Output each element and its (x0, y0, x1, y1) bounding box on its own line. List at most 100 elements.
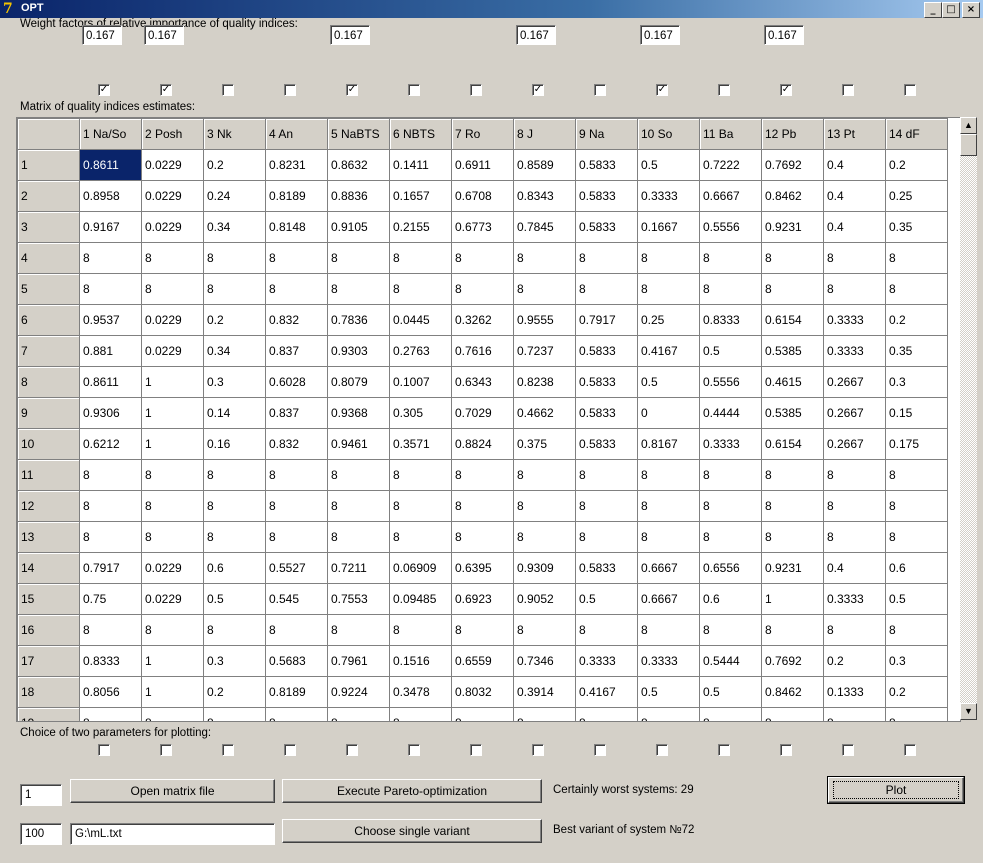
matrix-cell[interactable]: 0.9309 (513, 552, 576, 584)
count-field[interactable]: 100 (20, 823, 62, 845)
matrix-cell[interactable]: 0.06909 (389, 552, 452, 584)
matrix-cell[interactable]: 0.7917 (79, 552, 142, 584)
column-header[interactable]: 1 Na/So (79, 118, 142, 150)
matrix-cell[interactable]: 8 (265, 521, 328, 553)
matrix-cell[interactable]: 0.0229 (141, 583, 204, 615)
matrix-cell[interactable]: 0.6556 (699, 552, 762, 584)
matrix-cell[interactable]: 8 (823, 242, 886, 274)
row-header[interactable]: 8 (17, 366, 80, 398)
matrix-cell[interactable]: 0.4444 (699, 397, 762, 429)
matrix-cell[interactable]: 0.6667 (699, 180, 762, 212)
matrix-cell[interactable]: 0.8189 (265, 180, 328, 212)
matrix-cell[interactable]: 0.545 (265, 583, 328, 615)
matrix-cell[interactable]: 8 (761, 707, 824, 721)
matrix-cell[interactable]: 8 (513, 707, 576, 721)
matrix-cell[interactable]: 8 (885, 459, 948, 491)
matrix-cell[interactable]: 0.5 (203, 583, 266, 615)
matrix-cell[interactable]: 0.0229 (141, 304, 204, 336)
matrix-cell[interactable]: 8 (327, 614, 390, 646)
matrix-cell[interactable]: 0.4 (823, 180, 886, 212)
matrix-cell[interactable]: 0.5683 (265, 645, 328, 677)
weight-checkbox[interactable] (842, 84, 854, 96)
row-header[interactable]: 7 (17, 335, 80, 367)
matrix-cell[interactable]: 0.3571 (389, 428, 452, 460)
matrix-cell[interactable]: 0.0229 (141, 180, 204, 212)
matrix-cell[interactable]: 8 (327, 273, 390, 305)
matrix-cell[interactable]: 8 (761, 459, 824, 491)
matrix-cell[interactable]: 8 (885, 707, 948, 721)
matrix-cell[interactable]: 8 (79, 273, 142, 305)
weight-field[interactable]: 0.167 (144, 25, 184, 45)
matrix-cell[interactable]: 0.5833 (575, 149, 638, 181)
matrix-cell[interactable]: 8 (885, 490, 948, 522)
matrix-cell[interactable]: 8 (761, 273, 824, 305)
matrix-cell[interactable]: 8 (389, 242, 452, 274)
row-header[interactable]: 2 (17, 180, 80, 212)
matrix-cell[interactable]: 8 (389, 707, 452, 721)
matrix-cell[interactable]: 0.9303 (327, 335, 390, 367)
column-header[interactable]: 4 An (265, 118, 328, 150)
row-header[interactable]: 11 (17, 459, 80, 491)
matrix-cell[interactable]: 0.6773 (451, 211, 514, 243)
row-header[interactable]: 4 (17, 242, 80, 274)
plot-param-checkbox[interactable] (346, 744, 358, 756)
weight-checkbox[interactable] (408, 84, 420, 96)
matrix-cell[interactable]: 0.2 (885, 304, 948, 336)
matrix-cell[interactable]: 8 (513, 521, 576, 553)
matrix-cell[interactable]: 0.8958 (79, 180, 142, 212)
matrix-cell[interactable]: 8 (885, 614, 948, 646)
matrix-cell[interactable]: 0.4662 (513, 397, 576, 429)
matrix-cell[interactable]: 0.8611 (79, 149, 142, 181)
plot-param-checkbox[interactable] (780, 744, 792, 756)
matrix-cell[interactable]: 0.3914 (513, 676, 576, 708)
matrix-cell[interactable]: 0.8231 (265, 149, 328, 181)
matrix-cell[interactable]: 8 (513, 490, 576, 522)
plot-param-checkbox[interactable] (160, 744, 172, 756)
matrix-cell[interactable]: 8 (761, 490, 824, 522)
row-header[interactable]: 14 (17, 552, 80, 584)
weight-checkbox[interactable]: ✓ (160, 84, 172, 96)
matrix-cell[interactable]: 0.7961 (327, 645, 390, 677)
matrix-cell[interactable]: 8 (637, 459, 700, 491)
matrix-cell[interactable]: 0.2 (823, 645, 886, 677)
matrix-cell[interactable]: 0.1411 (389, 149, 452, 181)
matrix-cell[interactable]: 0.3478 (389, 676, 452, 708)
plot-param-checkbox[interactable] (408, 744, 420, 756)
matrix-cell[interactable]: 8 (451, 521, 514, 553)
matrix-cell[interactable]: 8 (885, 242, 948, 274)
matrix-cell[interactable]: 0.7692 (761, 645, 824, 677)
matrix-cell[interactable]: 0.5 (885, 583, 948, 615)
matrix-cell[interactable]: 0.0229 (141, 211, 204, 243)
matrix-cell[interactable]: 0.305 (389, 397, 452, 429)
matrix-cell[interactable]: 8 (141, 521, 204, 553)
matrix-cell[interactable]: 0.24 (203, 180, 266, 212)
matrix-cell[interactable]: 8 (575, 521, 638, 553)
matrix-cell[interactable]: 8 (265, 459, 328, 491)
matrix-cell[interactable]: 8 (203, 490, 266, 522)
matrix-cell[interactable]: 0.9167 (79, 211, 142, 243)
matrix-cell[interactable]: 0.5 (699, 335, 762, 367)
column-header[interactable]: 13 Pt (823, 118, 886, 150)
matrix-cell[interactable]: 0.1667 (637, 211, 700, 243)
matrix-cell[interactable]: 0.7616 (451, 335, 514, 367)
matrix-cell[interactable]: 0.9231 (761, 211, 824, 243)
plot-param-checkbox[interactable] (284, 744, 296, 756)
matrix-cell[interactable]: 8 (203, 273, 266, 305)
matrix-cell[interactable]: 0.0445 (389, 304, 452, 336)
matrix-cell[interactable]: 0.8824 (451, 428, 514, 460)
plot-param-checkbox[interactable] (904, 744, 916, 756)
matrix-cell[interactable]: 8 (575, 490, 638, 522)
matrix-cell[interactable]: 1 (761, 583, 824, 615)
matrix-cell[interactable]: 8 (637, 490, 700, 522)
matrix-cell[interactable]: 0.2 (203, 304, 266, 336)
matrix-cell[interactable]: 0 (637, 397, 700, 429)
row-header[interactable]: 3 (17, 211, 80, 243)
matrix-cell[interactable]: 1 (141, 676, 204, 708)
weight-field[interactable]: 0.167 (82, 25, 122, 45)
matrix-cell[interactable]: 0.1333 (823, 676, 886, 708)
matrix-cell[interactable]: 8 (823, 707, 886, 721)
matrix-cell[interactable]: 8 (141, 707, 204, 721)
matrix-cell[interactable]: 0.5833 (575, 211, 638, 243)
matrix-cell[interactable]: 0.7029 (451, 397, 514, 429)
row-header[interactable]: 1 (17, 149, 80, 181)
